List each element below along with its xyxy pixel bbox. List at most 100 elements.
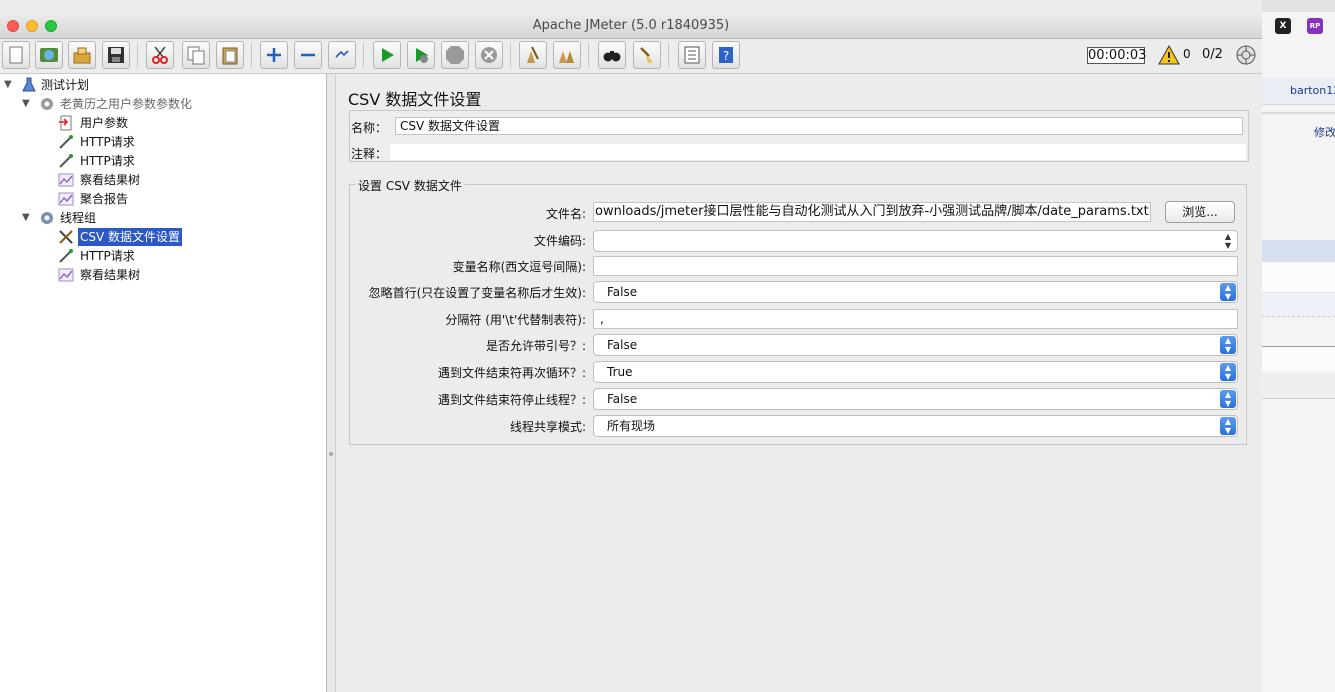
- browse-button[interactable]: 浏览...: [1165, 201, 1235, 223]
- tree-node[interactable]: ▼ 线程组: [0, 209, 320, 227]
- start-no-pauses-button[interactable]: [407, 41, 435, 69]
- tree-node-label: HTTP请求: [80, 249, 135, 263]
- copy-icon: [187, 46, 205, 65]
- updown-chevron-icon: ▲ ▼: [1224, 232, 1232, 250]
- name-input[interactable]: CSV 数据文件设置: [395, 117, 1243, 135]
- paste-button[interactable]: [216, 41, 244, 69]
- background-username[interactable]: barton12: [1290, 84, 1335, 97]
- tree-node[interactable]: HTTP请求: [0, 133, 320, 151]
- http-sampler-icon: [59, 154, 73, 168]
- sharing-mode-value: 所有现场: [607, 419, 656, 433]
- expand-all-button[interactable]: [260, 41, 288, 69]
- open-button[interactable]: [68, 41, 96, 69]
- clear-all-button[interactable]: [553, 41, 581, 69]
- search-button[interactable]: [598, 41, 626, 69]
- listener-icon: [58, 192, 74, 206]
- save-button[interactable]: [102, 41, 130, 69]
- help-button[interactable]: ?: [712, 41, 740, 69]
- stop-thread-on-eof-select[interactable]: False ▲ ▼: [593, 388, 1238, 410]
- toolbar-separator: [668, 43, 669, 67]
- toolbar-separator: [363, 43, 364, 67]
- shutdown-button[interactable]: [475, 41, 503, 69]
- new-button[interactable]: [2, 41, 30, 69]
- tree-node-selected[interactable]: CSV 数据文件设置: [0, 228, 320, 246]
- tree-node-label: 聚合报告: [80, 192, 129, 206]
- sharing-mode-select[interactable]: 所有现场 ▲ ▼: [593, 415, 1238, 437]
- tray-x-icon[interactable]: X: [1275, 18, 1291, 34]
- toggle-icon: [335, 50, 349, 58]
- tree-node[interactable]: 用户参数: [0, 114, 320, 132]
- background-selected-row: [1262, 240, 1335, 262]
- tray-x-label: X: [1279, 21, 1287, 31]
- reset-search-icon: [640, 47, 653, 63]
- stop-button[interactable]: [441, 41, 469, 69]
- tree-node-label: 线程组: [60, 211, 97, 225]
- function-helper-button[interactable]: [678, 41, 706, 69]
- tree-node-label: 察看结果树: [80, 268, 141, 282]
- tree-node[interactable]: ▼ 测试计划: [0, 76, 320, 94]
- remote-globe-icon[interactable]: [1236, 45, 1256, 65]
- tree-node[interactable]: 察看结果树: [0, 171, 320, 189]
- file-encoding-select[interactable]: ▲ ▼: [593, 230, 1238, 252]
- allow-quoted-label: 是否允许带引号？:: [485, 339, 586, 353]
- help-icon: ?: [719, 47, 733, 63]
- warning-icon[interactable]: [1158, 45, 1180, 65]
- reset-search-button[interactable]: [633, 41, 661, 69]
- ignore-first-line-label: 忽略首行(只在设置了变量名称后才生效):: [368, 286, 586, 300]
- jmeter-window: Apache JMeter (5.0 r1840935) ? 00:00:03 …: [0, 14, 1262, 692]
- tree-node[interactable]: HTTP请求: [0, 152, 320, 170]
- title-bar: Apache JMeter (5.0 r1840935): [0, 14, 1262, 39]
- name-label: 名称：: [351, 121, 388, 135]
- toolbar-separator: [510, 43, 511, 67]
- window-title: Apache JMeter (5.0 r1840935): [532, 18, 730, 33]
- toggle-button[interactable]: [328, 41, 356, 69]
- ignore-first-line-value: False: [607, 285, 638, 299]
- expand-triangle-icon[interactable]: ▼: [4, 76, 12, 94]
- tray-rp-icon[interactable]: RP: [1307, 18, 1323, 34]
- elapsed-timer: 00:00:03: [1087, 47, 1147, 64]
- csv-config-panel: CSV 数据文件设置 名称： CSV 数据文件设置 注释： 设置 CSV 数据文…: [336, 74, 1262, 692]
- test-plan-icon: [22, 77, 36, 92]
- delimiter-label: 分隔符 (用'\t'代替制表符):: [445, 313, 586, 327]
- copy-button[interactable]: [182, 41, 210, 69]
- templates-button[interactable]: [35, 41, 63, 69]
- user-params-icon: [59, 115, 72, 131]
- allow-quoted-select[interactable]: False ▲ ▼: [593, 334, 1238, 356]
- expand-all-icon: [267, 48, 281, 62]
- delimiter-input[interactable]: ,: [593, 309, 1238, 329]
- tree-node[interactable]: 聚合报告: [0, 190, 320, 208]
- comment-input[interactable]: [389, 143, 1247, 161]
- recycle-on-eof-value: True: [607, 365, 633, 379]
- save-icon: [108, 47, 124, 63]
- start-no-pauses-icon: [416, 48, 428, 63]
- recycle-on-eof-label: 遇到文件结束符再次循环？:: [437, 366, 586, 380]
- paste-icon: [222, 47, 238, 65]
- toolbar-separator: [588, 43, 589, 67]
- toolbar-separator: [251, 43, 252, 67]
- background-row: [1262, 294, 1335, 317]
- shutdown-icon: [481, 47, 497, 63]
- sharing-mode-label: 线程共享模式:: [509, 420, 586, 434]
- ignore-first-line-select[interactable]: False ▲ ▼: [593, 281, 1238, 303]
- start-button[interactable]: [373, 41, 401, 69]
- stop-thread-on-eof-value: False: [607, 392, 638, 406]
- allow-quoted-value: False: [607, 338, 638, 352]
- tree-node[interactable]: 察看结果树: [0, 266, 320, 284]
- expand-triangle-icon[interactable]: ▼: [22, 95, 30, 113]
- http-sampler-icon: [59, 249, 73, 263]
- split-divider[interactable]: [327, 74, 336, 692]
- cut-button[interactable]: [146, 41, 174, 69]
- tree-node-label: 测试计划: [41, 78, 90, 92]
- clear-button[interactable]: [519, 41, 547, 69]
- expand-triangle-icon[interactable]: ▼: [22, 209, 30, 227]
- listener-icon: [58, 268, 74, 282]
- tree-node[interactable]: ▼ 老黄历之用户参数参数化: [0, 95, 320, 113]
- tree-node[interactable]: HTTP请求: [0, 247, 320, 265]
- recycle-on-eof-select[interactable]: True ▲ ▼: [593, 361, 1238, 383]
- filename-input[interactable]: ownloads/jmeter接口层性能与自动化测试从入门到放弃-小强测试品牌/…: [593, 202, 1151, 222]
- collapse-all-button[interactable]: [294, 41, 322, 69]
- background-divider: [1262, 112, 1335, 114]
- variable-names-input[interactable]: [593, 256, 1238, 276]
- active-threads: 0/2: [1202, 47, 1223, 62]
- background-edit-link[interactable]: 修改: [1314, 124, 1335, 140]
